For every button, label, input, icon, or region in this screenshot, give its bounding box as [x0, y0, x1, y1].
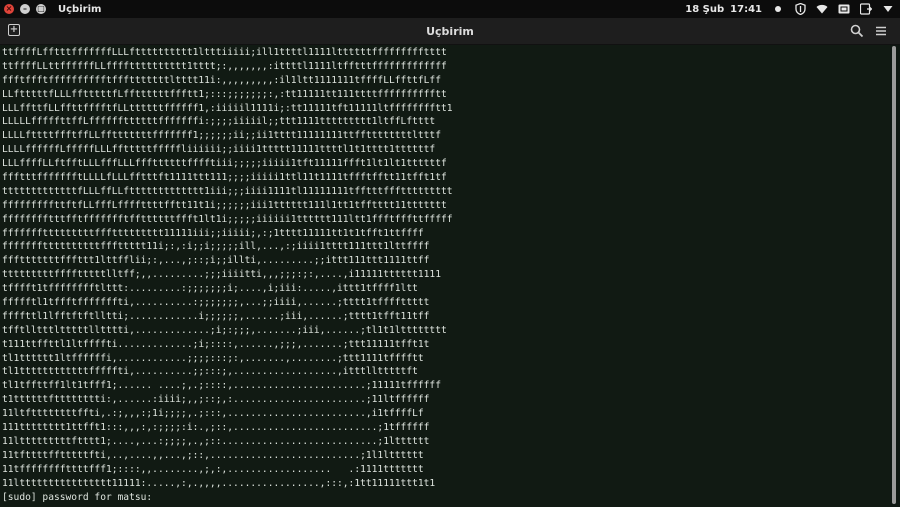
sudo-prompt-line: [sudo] password for matsu: [2, 491, 153, 503]
terminal-line: ffftttttttfffttt1lttfflii;:,...,;::;i;;i… [2, 255, 430, 267]
terminal-line: LLLffffLLftfftLLLfffLLLfffttttttfffftiii… [2, 158, 447, 170]
active-app-name[interactable]: Uçbirim [58, 4, 101, 15]
wifi-icon[interactable] [816, 3, 828, 15]
terminal-output[interactable]: ttffffLfftttfffffffLLLftttttttttt1ltttii… [0, 45, 890, 507]
terminal-line: ffffftl1tffftfffffffti,..........:;;;;;;… [2, 297, 430, 309]
terminal-line: ffffffftttttttttfffttttttttt11111iii;;ii… [2, 227, 424, 239]
terminal-line: LLLLLfffffttffLffffffttttttfffffffi:;;;;… [2, 116, 436, 128]
battery-icon[interactable] [838, 3, 850, 15]
notification-dot-icon[interactable] [772, 3, 784, 15]
terminal-line: ffffttl1lfftftftlltti;............i;;;;;… [2, 310, 430, 322]
terminal-line: ttffffLLttffffffLLfffftttttttttt1tttt;:,… [2, 60, 447, 72]
terminal-line: 11ltfttttttttffti,.:;,,,:;1i;;;;,.;:::,.… [2, 408, 424, 420]
terminal-line: 11tfttttfftttttfti,..,....,,...,;::,....… [2, 449, 424, 461]
terminal-line: fffffffftttfftffffffftffttttttffft1lt1i;… [2, 213, 453, 225]
minimize-icon[interactable]: – [20, 4, 30, 14]
terminal-line: 11ltttttttttttttttt11111:.....,:,.,,,,..… [2, 477, 436, 489]
terminal-line: LLftttttfLLLfftttttfLffttttttffftt1;:::;… [2, 88, 447, 100]
clock-label[interactable]: 17:41 [730, 4, 762, 15]
terminal-text: ttffffLfftttfffffffLLLftttttttttt1ltttii… [0, 45, 890, 504]
window-controls: × – □ [4, 4, 52, 14]
terminal-line: ffftffftfffffffffftffftttttttltttt11i:,,… [2, 74, 441, 86]
terminal-line: ffftttffffffftLLLLfLLLfftttft1111ttt111;… [2, 172, 447, 184]
terminal-line: fffffffttttttttttfffttttt11i;:,:i;;i;;;;… [2, 241, 430, 253]
terminal-line: tfffft1tfffffffftlttt:.........:;;;;;;;i… [2, 283, 418, 295]
search-icon[interactable] [850, 24, 864, 38]
terminal-line: ttffffLfftttfffffffLLLftttttttttt1ltttii… [2, 47, 447, 58]
terminal-line: tttttttttfffftttttlltff;,,.........;;;ii… [2, 269, 441, 281]
maximize-icon[interactable]: □ [36, 4, 46, 14]
shield-icon[interactable] [794, 3, 806, 15]
terminal-line: 11tffffffffttttfff1;::::,,........,;,:,.… [2, 463, 424, 475]
terminal-line: LLLLfttttffftffLLfftttttttfffffff1;;;;;;… [2, 130, 441, 142]
terminal-title-bar: + Uçbirim [0, 18, 900, 45]
terminal-line: LLLLffffffLfffffLLLfftttttfffffliiiiii;;… [2, 144, 436, 156]
close-icon[interactable]: × [4, 4, 14, 14]
menu-icon[interactable] [874, 24, 888, 38]
terminal-line: t1ttttttftttttttti:,......:iiii;,,;::;,:… [2, 394, 430, 406]
system-top-bar: × – □ Uçbirim 18 Şub 17:41 [0, 0, 900, 18]
terminal-line: tttttttttttttfLLLffLLfttttttttttttt1iii;… [2, 185, 453, 197]
terminal-scrollbar[interactable] [892, 46, 896, 504]
terminal-line: tl1ttttttttttttfffffti,..........;;:::;,… [2, 366, 418, 378]
system-tray: 18 Şub 17:41 [685, 0, 894, 18]
chevron-down-icon[interactable] [882, 3, 894, 15]
terminal-line: LLLffttfLLffttfffftfLLttttttffffff1,:iii… [2, 102, 453, 114]
terminal-line: tl1tttttt1ltffffffi,............;;;;:::;… [2, 352, 424, 364]
terminal-line: tl1tffttff1lt1tfff1;...... ....;,.;::::,… [2, 380, 441, 392]
terminal-line: fffffffffttftfLLfffLffffttttfftt11t1i;;;… [2, 199, 447, 211]
terminal-line: t111ttffttl1ltffffti.............;i;::::… [2, 338, 430, 350]
new-tab-icon[interactable]: + [8, 24, 20, 36]
window-title: Uçbirim [426, 24, 474, 38]
date-label[interactable]: 18 Şub [685, 4, 724, 15]
terminal-line: 11ltttttttttftttt1;....,...:;;;;,.,;::..… [2, 435, 430, 447]
terminal-line: 111tttttttt1ttfft1:::,,,:,:;;;;:i:.,;::,… [2, 422, 430, 434]
power-icon[interactable] [860, 3, 872, 15]
terminal-line: tfftlltttltttttlltttti,.............;i;:… [2, 324, 447, 336]
